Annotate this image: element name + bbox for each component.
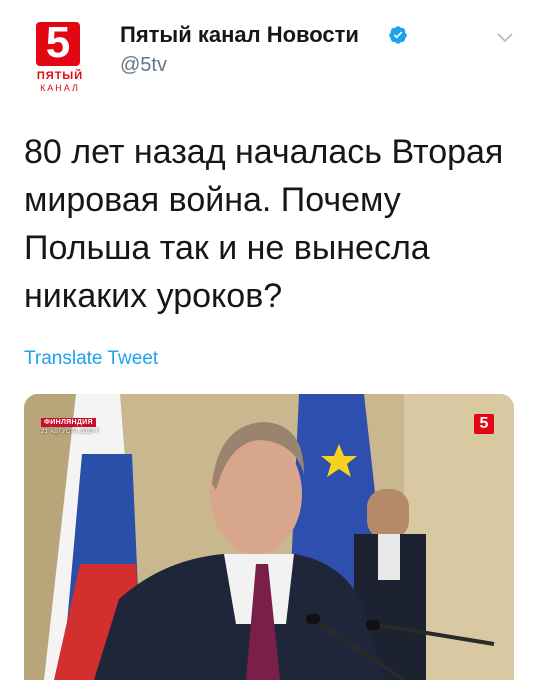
media-date-tag: 21 АВГУСТА 2019 Г. [41,429,101,435]
avatar-logo-word2: КАНАЛ [40,83,80,93]
tweet-media-image[interactable]: ФИНЛЯНДИЯ 21 АВГУСТА 2019 Г. 5 [24,394,514,680]
verified-badge-icon [389,26,407,44]
translate-tweet-link[interactable]: Translate Tweet [24,348,158,370]
media-scene [24,394,514,680]
author-name[interactable]: Пятый канал Новости [120,22,359,48]
account-handle[interactable]: @5tv [120,54,167,77]
media-location-tag: ФИНЛЯНДИЯ [41,418,96,427]
avatar-logo-digit: 5 [45,18,71,67]
tweet-text: 80 лет назад началась Вторая мировая вой… [24,133,504,315]
media-channel-logo: 5 [474,414,494,434]
avatar-logo-word1: ПЯТЫЙ [36,70,84,82]
chevron-down-icon[interactable] [496,30,514,44]
avatar[interactable]: 5 ПЯТЫЙ КАНАЛ [28,20,102,94]
